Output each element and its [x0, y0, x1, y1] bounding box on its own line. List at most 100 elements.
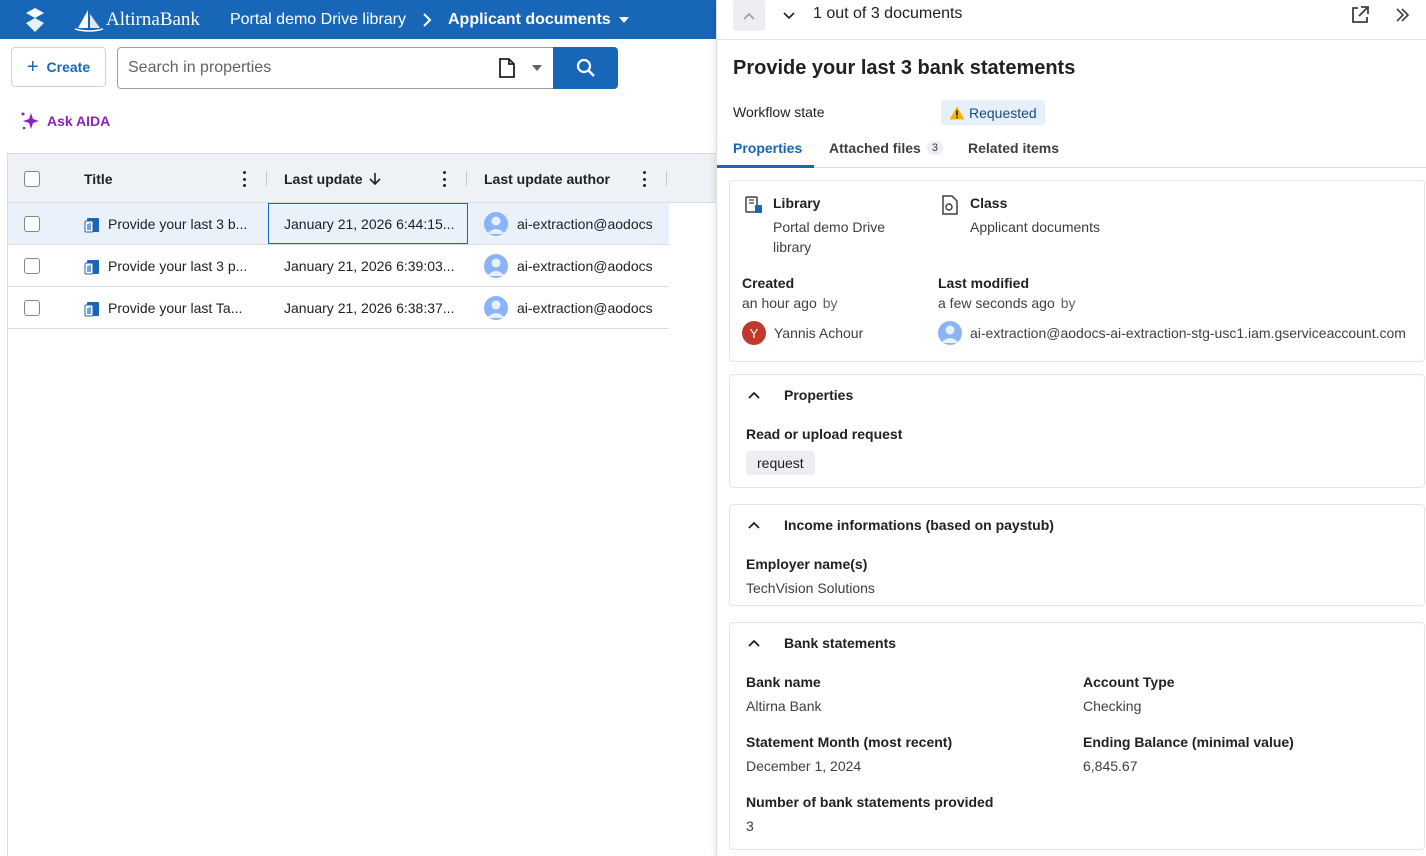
row-author: ai-extraction@aodocs [517, 215, 653, 232]
column-title-header[interactable]: Title [84, 154, 113, 203]
class-label: Class [970, 195, 1008, 211]
search-input[interactable] [118, 48, 495, 88]
next-document-button[interactable] [779, 6, 799, 26]
bank-statements-section: Bank statements Bank name Altirna Bank A… [729, 622, 1425, 850]
class-icon [940, 195, 960, 215]
row-author: ai-extraction@aodocs [517, 257, 653, 274]
select-all-checkbox[interactable] [24, 154, 40, 203]
row-date[interactable]: January 21, 2026 6:44:15... [268, 203, 468, 244]
caret-down-icon[interactable] [527, 65, 547, 71]
avatar [938, 321, 962, 345]
row-title[interactable]: Provide your last 3 b... [108, 216, 247, 232]
brand-logo: AltirnaBank [74, 8, 200, 32]
table-row[interactable]: Provide your last Ta... January 21, 2026… [8, 287, 669, 329]
modified-when: a few seconds ago [938, 295, 1055, 311]
chevron-up-icon [743, 12, 755, 20]
row-date[interactable]: January 21, 2026 6:38:37... [284, 287, 464, 328]
properties-section: Properties Read or upload request reques… [729, 374, 1425, 488]
row-checkbox[interactable] [24, 287, 40, 328]
chevron-up-icon [746, 387, 762, 403]
tab-attached-files[interactable]: Attached files 3 [829, 140, 943, 156]
open-in-new-icon[interactable] [1349, 4, 1371, 26]
bank-name-label: Bank name [746, 674, 821, 690]
document-counter: 1 out of 3 documents [813, 5, 963, 22]
column-menu-icon[interactable] [240, 169, 248, 189]
row-date[interactable]: January 21, 2026 6:39:03... [284, 245, 464, 286]
document-detail-panel: 1 out of 3 documents Provide your last 3… [716, 0, 1426, 856]
create-label: Create [46, 59, 91, 75]
modified-label: Last modified [938, 275, 1030, 291]
brand-name: AltirnaBank [106, 8, 200, 30]
row-checkbox[interactable] [24, 203, 40, 244]
ending-balance-label: Ending Balance (minimal value) [1083, 734, 1294, 750]
plus-icon: + [26, 56, 39, 78]
workflow-state-badge[interactable]: Requested [941, 100, 1045, 125]
breadcrumb-class[interactable]: Applicant documents [448, 11, 611, 29]
read-upload-request-label: Read or upload request [746, 426, 903, 442]
chevron-up-icon [746, 635, 762, 651]
active-tab-indicator [717, 165, 814, 168]
ask-aida-label: Ask AIDA [47, 113, 111, 129]
modified-by-email: ai-extraction@aodocs-ai-extraction-stg-u… [970, 325, 1406, 341]
workflow-state-label: Workflow state [733, 104, 825, 120]
library-value-line2: library [773, 239, 812, 255]
search-button[interactable] [553, 47, 618, 89]
num-statements-label: Number of bank statements provided [746, 794, 994, 810]
library-icon [744, 195, 764, 215]
class-value: Applicant documents [970, 219, 1100, 235]
warning-icon [949, 106, 965, 119]
ask-aida-button[interactable]: Ask AIDA [19, 110, 110, 132]
account-type-label: Account Type [1083, 674, 1175, 690]
properties-section-header[interactable]: Properties [746, 387, 853, 403]
avatar [484, 295, 508, 320]
row-author: ai-extraction@aodocs [517, 299, 653, 316]
chevron-right-icon [422, 12, 432, 27]
income-section-header[interactable]: Income informations (based on paystub) [746, 517, 1054, 533]
tab-properties[interactable]: Properties [733, 140, 802, 156]
created-when: an hour ago [742, 295, 817, 311]
library-value-line1: Portal demo Drive [773, 219, 886, 235]
request-chip: request [746, 451, 815, 475]
panel-tabs: Properties Attached files 3 Related items [717, 128, 1426, 168]
app-logo-icon[interactable] [0, 0, 70, 39]
num-statements-value: 3 [746, 818, 754, 834]
attachment-doc-icon [84, 301, 99, 316]
modified-by-label: by [1060, 295, 1076, 311]
table-row[interactable]: Provide your last 3 p... January 21, 202… [8, 245, 669, 287]
document-type-icon[interactable] [495, 58, 519, 78]
created-by-name: Yannis Achour [774, 325, 864, 341]
brand-sail-icon [74, 9, 104, 32]
caret-down-icon[interactable] [618, 16, 629, 23]
documents-table: Title Last update Last update author Pro… [7, 153, 716, 856]
breadcrumb-library[interactable]: Portal demo Drive library [230, 11, 406, 29]
panel-header: 1 out of 3 documents [717, 0, 1426, 40]
sparkle-icon [21, 112, 39, 130]
created-by-label: by [822, 295, 838, 311]
collapse-panel-icon[interactable] [1391, 4, 1413, 26]
avatar [484, 211, 508, 236]
attachment-doc-icon [84, 217, 99, 232]
row-title[interactable]: Provide your last Ta... [108, 300, 242, 316]
income-section: Income informations (based on paystub) E… [729, 504, 1425, 606]
chevron-down-icon [783, 12, 795, 20]
row-checkbox[interactable] [24, 245, 40, 286]
table-row[interactable]: Provide your last 3 b... January 21, 202… [8, 203, 669, 245]
column-author-header[interactable]: Last update author [484, 154, 610, 203]
created-label: Created [742, 275, 795, 291]
ending-balance-value: 6,845.67 [1083, 758, 1138, 774]
column-menu-icon[interactable] [440, 169, 448, 189]
row-title[interactable]: Provide your last 3 p... [108, 258, 247, 274]
library-label: Library [773, 195, 821, 211]
column-menu-icon[interactable] [640, 169, 648, 189]
previous-document-button[interactable] [733, 0, 765, 31]
document-title: Provide your last 3 bank statements [733, 57, 1076, 79]
account-type-value: Checking [1083, 698, 1142, 714]
attached-count-badge: 3 [926, 141, 943, 155]
tab-related-items[interactable]: Related items [968, 140, 1059, 156]
create-button[interactable]: + Create [11, 47, 106, 87]
search-icon [576, 58, 595, 77]
search-box [117, 47, 554, 89]
column-last-update-header[interactable]: Last update [284, 154, 381, 203]
bank-name-value: Altirna Bank [746, 698, 822, 714]
bank-statements-section-header[interactable]: Bank statements [746, 635, 896, 651]
